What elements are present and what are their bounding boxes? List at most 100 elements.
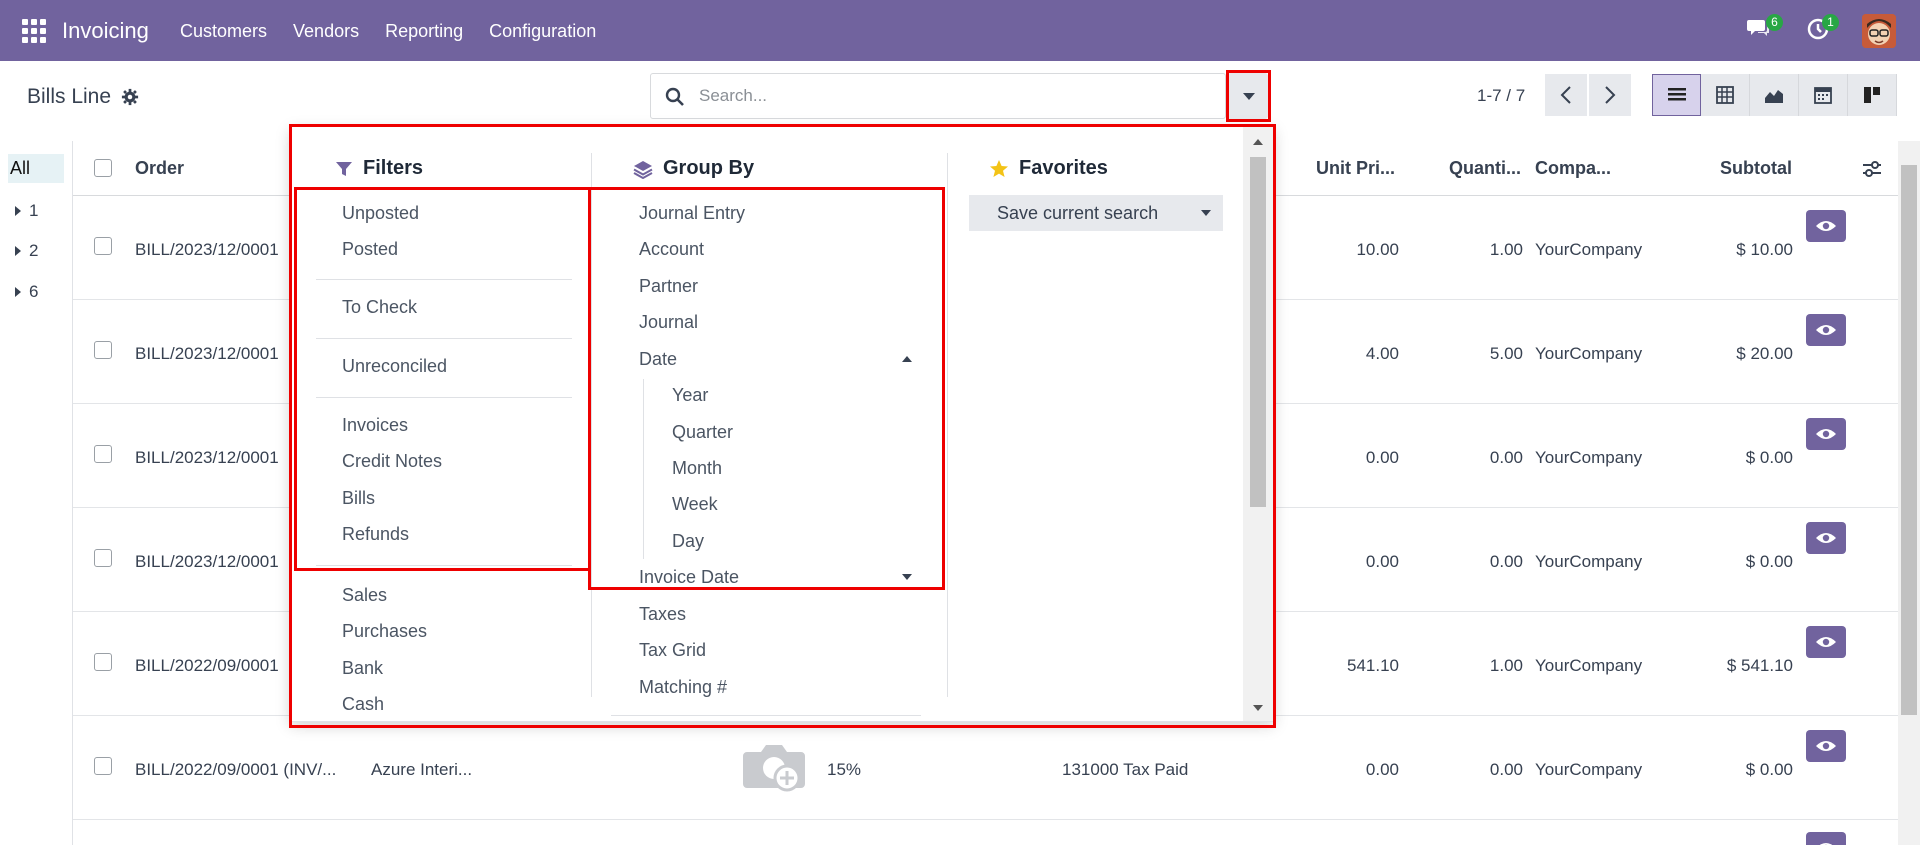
caret-down-icon[interactable]	[902, 574, 912, 580]
filter-to-check[interactable]: To Check	[342, 297, 417, 318]
filter-sales[interactable]: Sales	[342, 585, 387, 606]
search-input[interactable]	[699, 82, 1199, 110]
cell-company: YourCompany	[1535, 240, 1643, 259]
caret-up-icon[interactable]	[902, 356, 912, 362]
column-order[interactable]: Order	[135, 158, 184, 179]
search-options-toggle-button[interactable]	[1229, 73, 1268, 119]
cell-unit-price: 10.00	[1356, 240, 1399, 259]
filter-bank[interactable]: Bank	[342, 658, 383, 679]
graph-view-button[interactable]	[1750, 74, 1799, 116]
view-row-button[interactable]	[1806, 522, 1846, 554]
cell-subtotal: $ 541.10	[1726, 656, 1793, 675]
calendar-view-button[interactable]	[1799, 74, 1848, 116]
pager-value: 1-7 / 7	[1477, 86, 1526, 105]
view-row-button[interactable]	[1806, 418, 1846, 450]
groupby-date-quarter[interactable]: Quarter	[672, 422, 733, 443]
scroll-up-arrow-icon[interactable]	[1253, 139, 1263, 145]
column-settings-icon[interactable]	[1861, 159, 1883, 179]
user-avatar[interactable]	[1862, 14, 1896, 48]
column-quantity[interactable]: Quanti...	[1449, 158, 1521, 179]
cell-unit-price: 4.00	[1365, 344, 1399, 363]
view-row-button[interactable]	[1806, 832, 1846, 845]
menu-customers[interactable]: Customers	[180, 21, 267, 42]
column-company[interactable]: Compa...	[1535, 158, 1611, 179]
table-row-partial[interactable]	[73, 820, 1898, 845]
pivot-view-button[interactable]	[1701, 74, 1750, 116]
groupby-date-week[interactable]: Week	[672, 494, 718, 515]
breadcrumb: Bills Line	[27, 85, 139, 109]
view-row-button[interactable]	[1806, 626, 1846, 658]
list-view-button[interactable]	[1652, 74, 1701, 116]
eye-icon	[1816, 637, 1836, 647]
main-scrollbar-thumb[interactable]	[1901, 165, 1917, 715]
menu-vendors[interactable]: Vendors	[293, 21, 359, 42]
side-panel-item[interactable]: 2	[15, 241, 38, 261]
groupby-tax-grid[interactable]: Tax Grid	[639, 640, 706, 661]
groupby-date-day[interactable]: Day	[672, 531, 704, 552]
filter-posted[interactable]: Posted	[342, 239, 398, 260]
main-scrollbar[interactable]	[1898, 141, 1920, 845]
search-options-dropdown: Filters Unposted Posted To Check Unrecon…	[290, 126, 1274, 722]
scroll-down-arrow-icon[interactable]	[1253, 705, 1263, 711]
cell-quantity: 0.00	[1489, 448, 1523, 467]
column-subtotal[interactable]: Subtotal	[1720, 158, 1792, 179]
filter-credit-notes[interactable]: Credit Notes	[342, 451, 442, 472]
dropdown-scrollbar[interactable]	[1243, 127, 1273, 721]
favorites-title: Favorites	[989, 157, 1108, 180]
save-current-search-button[interactable]: Save current search	[969, 195, 1223, 231]
app-brand[interactable]: Invoicing	[62, 18, 149, 44]
row-checkbox[interactable]	[94, 445, 112, 463]
groupby-matching[interactable]: Matching #	[639, 677, 727, 698]
row-checkbox[interactable]	[94, 653, 112, 671]
groupby-taxes[interactable]: Taxes	[639, 604, 686, 625]
kanban-icon	[1864, 87, 1880, 103]
cell-order: BILL/2022/09/0001	[135, 656, 279, 675]
row-checkbox[interactable]	[94, 549, 112, 567]
filter-invoices[interactable]: Invoices	[342, 415, 408, 436]
apps-grid-icon[interactable]	[22, 19, 46, 43]
row-checkbox[interactable]	[94, 757, 112, 775]
pager-previous-button[interactable]	[1545, 74, 1587, 116]
groupby-journal[interactable]: Journal	[639, 312, 698, 333]
filter-cash[interactable]: Cash	[342, 694, 384, 715]
side-panel-item[interactable]: 6	[15, 282, 38, 302]
pager-next-button[interactable]	[1589, 74, 1631, 116]
side-panel-item[interactable]: 1	[15, 201, 38, 221]
groupby-date-year[interactable]: Year	[672, 385, 708, 406]
groupby-date-month[interactable]: Month	[672, 458, 722, 479]
groupby-account[interactable]: Account	[639, 239, 704, 260]
page-title: Bills Line	[27, 85, 112, 108]
filter-refunds[interactable]: Refunds	[342, 524, 409, 545]
list-view-icon	[1667, 88, 1686, 101]
select-all-checkbox[interactable]	[94, 159, 112, 177]
groupby-date[interactable]: Date	[639, 349, 677, 370]
chevron-right-icon	[1605, 86, 1616, 104]
groupby-invoice-date[interactable]: Invoice Date	[639, 567, 739, 588]
groupby-divider	[611, 715, 921, 716]
gear-icon[interactable]	[121, 88, 139, 106]
filter-unreconciled[interactable]: Unreconciled	[342, 356, 447, 377]
filter-purchases[interactable]: Purchases	[342, 621, 427, 642]
view-row-button[interactable]	[1806, 210, 1846, 242]
kanban-view-button[interactable]	[1848, 74, 1897, 116]
dropdown-scrollbar-thumb[interactable]	[1250, 157, 1266, 507]
cell-tax: 15%	[827, 760, 862, 779]
row-checkbox[interactable]	[94, 237, 112, 255]
menu-reporting[interactable]: Reporting	[385, 21, 463, 42]
side-panel-all[interactable]: All	[8, 154, 64, 183]
filter-unposted[interactable]: Unposted	[342, 203, 419, 224]
groupby-partner[interactable]: Partner	[639, 276, 698, 297]
eye-icon	[1816, 533, 1836, 543]
cell-account: 131000 Tax Paid	[1062, 760, 1189, 779]
column-unit-price[interactable]: Unit Pri...	[1316, 158, 1395, 179]
view-row-button[interactable]	[1806, 314, 1846, 346]
menu-configuration[interactable]: Configuration	[489, 21, 596, 42]
save-current-search-label: Save current search	[997, 203, 1159, 223]
view-row-button[interactable]	[1806, 730, 1846, 762]
row-checkbox[interactable]	[94, 341, 112, 359]
filter-bills[interactable]: Bills	[342, 488, 375, 509]
calendar-icon	[1814, 87, 1832, 104]
groupby-journal-entry[interactable]: Journal Entry	[639, 203, 745, 224]
table-row[interactable]: BILL/2022/09/0001 (INV/... Azure Interi.…	[73, 716, 1898, 820]
cell-company: YourCompany	[1535, 344, 1643, 363]
